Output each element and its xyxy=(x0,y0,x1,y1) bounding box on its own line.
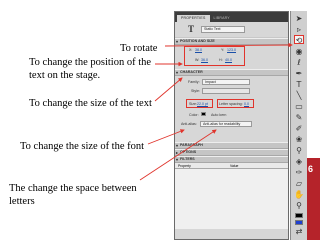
3d-rotation-tool-icon[interactable]: ◉ xyxy=(294,47,304,56)
section-paragraph[interactable]: PARAGRAPH xyxy=(175,142,288,149)
style-label: Style: xyxy=(191,89,200,93)
section-character[interactable]: CHARACTER xyxy=(175,69,288,76)
annotation-size-text: To change the size of the text xyxy=(29,98,152,109)
zoom-tool-icon[interactable]: ⚲ xyxy=(294,201,304,210)
subselection-tool-icon[interactable]: ▹ xyxy=(294,25,304,34)
section-options[interactable]: OPTIONS xyxy=(175,149,288,156)
filters-table-header: Property Value xyxy=(175,163,288,169)
pencil-tool-icon[interactable]: ✎ xyxy=(294,113,304,122)
line-tool-icon[interactable]: ╲ xyxy=(294,91,304,100)
tab-properties[interactable]: PROPERTIES xyxy=(177,15,210,22)
section-filters[interactable]: FILTERS xyxy=(175,156,288,163)
filters-column-value: Value xyxy=(230,164,239,168)
letter-spacing-highlight xyxy=(217,99,254,108)
text-type-dropdown[interactable]: Static Text xyxy=(201,26,245,33)
eyedropper-tool-icon[interactable]: ✑ xyxy=(294,168,304,177)
annotation-position: To change the position of the text on th… xyxy=(29,56,151,82)
font-size-highlight xyxy=(186,99,213,108)
color-label: Color: xyxy=(189,113,199,117)
tab-library[interactable]: LIBRARY xyxy=(210,15,234,22)
anti-alias-dropdown[interactable]: Anti-alias for readability xyxy=(200,121,252,127)
annotation-position-line-1: To change the position of the xyxy=(29,57,152,68)
stroke-color-swatch[interactable] xyxy=(295,213,303,218)
hand-tool-icon[interactable]: ✋ xyxy=(294,190,304,199)
annotation-size-font: To change the size of the font xyxy=(20,141,145,152)
text-tool-icon: T xyxy=(188,24,195,34)
brush-tool-icon[interactable]: ✐ xyxy=(294,124,304,133)
filters-table-body xyxy=(175,169,288,229)
fill-color-swatch[interactable] xyxy=(295,220,303,225)
annotation-spacing-line-1: The change the space between xyxy=(9,183,137,194)
text-tool-icon-sidebar[interactable]: T xyxy=(294,80,304,89)
character-fields: Family: Impact Style: Size: 22.0 pt Lett… xyxy=(175,76,288,142)
eraser-tool-icon[interactable]: ▱ xyxy=(294,179,304,188)
rectangle-tool-icon[interactable]: ▭ xyxy=(294,102,304,111)
annotation-position-line-2: text on the stage. xyxy=(29,70,101,81)
free-transform-tool-icon[interactable]: ⟲ xyxy=(294,35,304,45)
font-style-dropdown[interactable] xyxy=(202,88,250,94)
text-type-row: T Static Text xyxy=(175,22,288,38)
properties-panel: PROPERTIES LIBRARY T Static Text POSITIO… xyxy=(174,11,289,240)
tools-panel: ➤ ▹ ⟲ ◉ ℓ ✒ T ╲ ▭ ✎ ✐ ❀ ⚲ ◈ ✑ ▱ ✋ ⚲ ⇄ xyxy=(290,11,307,240)
panel-tab-bar: PROPERTIES LIBRARY xyxy=(175,12,288,22)
slide-number-badge: 6 xyxy=(307,158,320,240)
section-position-size[interactable]: POSITION AND SIZE xyxy=(175,38,288,45)
lasso-tool-icon[interactable]: ℓ xyxy=(294,58,304,67)
filters-column-property: Property xyxy=(178,164,191,168)
deco-tool-icon[interactable]: ❀ xyxy=(294,135,304,144)
font-family-dropdown[interactable]: Impact xyxy=(202,79,250,85)
position-size-fields: X: 38.0 Y: 123.0 W: 36.0 H: 40.0 xyxy=(175,45,288,69)
pen-tool-icon[interactable]: ✒ xyxy=(294,69,304,78)
position-highlight xyxy=(184,46,245,66)
slide-number: 6 xyxy=(308,164,314,174)
annotation-spacing-line-2: letters xyxy=(9,196,35,207)
swap-colors-icon[interactable]: ⇄ xyxy=(294,227,304,236)
paint-bucket-tool-icon[interactable]: ◈ xyxy=(294,157,304,166)
family-label: Family: xyxy=(188,80,200,84)
anti-alias-label: Anti-alias: xyxy=(181,122,197,126)
bone-tool-icon[interactable]: ⚲ xyxy=(294,146,304,155)
auto-kern-checkbox[interactable]: Auto kern xyxy=(211,113,226,117)
selection-tool-icon[interactable]: ➤ xyxy=(294,14,304,23)
annotation-rotate: To rotate xyxy=(120,43,158,54)
text-color-swatch[interactable] xyxy=(201,112,206,116)
annotation-letter-spacing: The change the space between letters xyxy=(9,182,137,208)
